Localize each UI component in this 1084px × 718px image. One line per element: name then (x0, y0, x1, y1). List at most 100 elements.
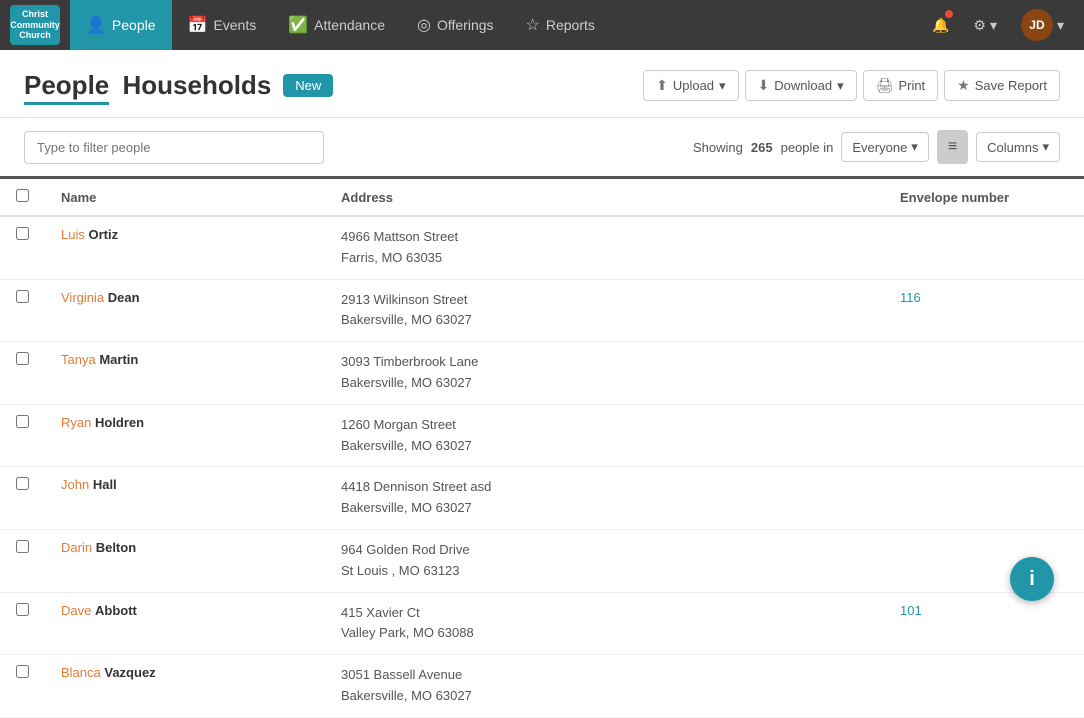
row-name-cell: Dave Abbott (45, 592, 325, 655)
columns-chevron-icon: ▾ (1042, 139, 1049, 155)
nav-item-events[interactable]: 📅 Events (172, 0, 273, 50)
download-button[interactable]: ⬇ Download ▾ (745, 70, 857, 101)
person-name-link[interactable]: Ryan Holdren (61, 415, 144, 430)
person-last-name: Hall (93, 477, 117, 492)
table-row: Darin Belton 964 Golden Rod Drive St Lou… (0, 529, 1084, 592)
address-line-2: Valley Park, MO 63088 (341, 623, 868, 644)
row-checkbox[interactable] (16, 227, 29, 240)
upload-icon: ⬆ (656, 77, 668, 94)
person-first-name: Ryan (61, 415, 91, 430)
notifications-button[interactable]: 🔔 (922, 0, 959, 50)
row-envelope-cell (884, 342, 1084, 405)
table-header: Name Address Envelope number (0, 179, 1084, 216)
person-name-link[interactable]: John Hall (61, 477, 117, 492)
row-checkbox[interactable] (16, 540, 29, 553)
person-name-link[interactable]: Blanca Vazquez (61, 665, 156, 680)
row-address-cell: 4966 Mattson Street Farris, MO 63035 (325, 216, 884, 279)
row-envelope-cell (884, 216, 1084, 279)
row-envelope-cell (884, 467, 1084, 530)
address-line-1: 2913 Wilkinson Street (341, 290, 868, 311)
row-checkbox[interactable] (16, 352, 29, 365)
bell-icon: 🔔 (932, 17, 949, 34)
person-name-link[interactable]: Darin Belton (61, 540, 136, 555)
row-checkbox[interactable] (16, 415, 29, 428)
envelope-number: 101 (900, 603, 922, 618)
person-name-link[interactable]: Luis Ortiz (61, 227, 118, 242)
download-label: Download (774, 78, 832, 93)
address-line-1: 415 Xavier Ct (341, 603, 868, 624)
events-nav-icon: 📅 (188, 15, 208, 35)
header-actions: ⬆ Upload ▾ ⬇ Download ▾ 🖨 Print ★ Save R… (643, 70, 1060, 101)
notification-dot (945, 10, 953, 18)
select-all-checkbox[interactable] (16, 189, 29, 202)
list-view-button[interactable]: ≡ (937, 130, 968, 164)
print-button[interactable]: 🖨 Print (863, 70, 939, 101)
person-last-name: Belton (96, 540, 136, 555)
table-row: Dave Abbott 415 Xavier Ct Valley Park, M… (0, 592, 1084, 655)
person-last-name: Holdren (95, 415, 144, 430)
table-row: Virginia Dean 2913 Wilkinson Street Bake… (0, 279, 1084, 342)
showing-prefix: Showing (693, 140, 743, 155)
page-title: People Households (24, 70, 271, 101)
row-envelope-cell: 116 (884, 279, 1084, 342)
person-name-link[interactable]: Tanya Martin (61, 352, 138, 367)
page-header: People Households New ⬆ Upload ▾ ⬇ Downl… (0, 50, 1084, 118)
save-report-label: Save Report (975, 78, 1047, 93)
row-checkbox[interactable] (16, 603, 29, 616)
save-report-button[interactable]: ★ Save Report (944, 70, 1060, 101)
reports-nav-icon: ☆ (526, 15, 540, 35)
person-first-name: Dave (61, 603, 91, 618)
user-profile-button[interactable]: JD ▾ (1011, 0, 1074, 50)
nav-item-people[interactable]: 👤 People (70, 0, 172, 50)
row-checkbox[interactable] (16, 665, 29, 678)
person-name-link[interactable]: Dave Abbott (61, 603, 137, 618)
info-button[interactable]: i (1010, 557, 1054, 601)
row-address-cell: 964 Golden Rod Drive St Louis , MO 63123 (325, 529, 884, 592)
logo[interactable]: ChristCommunityChurch (10, 5, 60, 45)
offerings-nav-icon: ◎ (417, 15, 431, 35)
row-checkbox[interactable] (16, 290, 29, 303)
person-first-name: Luis (61, 227, 85, 242)
row-envelope-cell: 101 (884, 592, 1084, 655)
new-button[interactable]: New (283, 74, 333, 97)
group-filter-chevron-icon: ▾ (911, 139, 918, 155)
upload-button[interactable]: ⬆ Upload ▾ (643, 70, 738, 101)
nav-item-reports[interactable]: ☆ Reports (510, 0, 611, 50)
people-nav-icon: 👤 (86, 15, 106, 35)
settings-button[interactable]: ⚙ ▾ (963, 0, 1007, 50)
row-name-cell: Virginia Dean (45, 279, 325, 342)
upload-chevron-icon: ▾ (719, 78, 726, 94)
avatar: JD (1021, 9, 1053, 41)
download-chevron-icon: ▾ (837, 78, 844, 94)
table-row: John Hall 4418 Dennison Street asd Baker… (0, 467, 1084, 530)
nav-offerings-label: Offerings (437, 17, 494, 33)
filter-input[interactable] (24, 131, 324, 164)
columns-button[interactable]: Columns ▾ (976, 132, 1060, 162)
row-envelope-cell (884, 404, 1084, 467)
columns-label: Columns (987, 140, 1038, 155)
row-checkbox[interactable] (16, 477, 29, 490)
row-checkbox-cell (0, 279, 45, 342)
address-line-2: Bakersville, MO 63027 (341, 498, 868, 519)
nav-item-offerings[interactable]: ◎ Offerings (401, 0, 510, 50)
list-icon: ≡ (948, 138, 957, 156)
page-title-households: Households (122, 70, 271, 100)
address-line-1: 4418 Dennison Street asd (341, 477, 868, 498)
nav-item-attendance[interactable]: ✅ Attendance (272, 0, 401, 50)
row-checkbox-cell (0, 529, 45, 592)
person-name-link[interactable]: Virginia Dean (61, 290, 140, 305)
select-all-header (0, 179, 45, 216)
address-line-2: Farris, MO 63035 (341, 248, 868, 269)
person-first-name: Virginia (61, 290, 104, 305)
filter-right: Showing 265 people in Everyone ▾ ≡ Colum… (693, 130, 1060, 164)
row-checkbox-cell (0, 592, 45, 655)
person-first-name: Darin (61, 540, 92, 555)
nav-reports-label: Reports (546, 17, 595, 33)
table-body: Luis Ortiz 4966 Mattson Street Farris, M… (0, 216, 1084, 717)
address-line-2: Bakersville, MO 63027 (341, 686, 868, 707)
address-line-1: 1260 Morgan Street (341, 415, 868, 436)
nav-people-label: People (112, 17, 156, 33)
filter-area: Showing 265 people in Everyone ▾ ≡ Colum… (0, 118, 1084, 179)
address-line-2: Bakersville, MO 63027 (341, 310, 868, 331)
group-filter-select[interactable]: Everyone ▾ (841, 132, 928, 162)
